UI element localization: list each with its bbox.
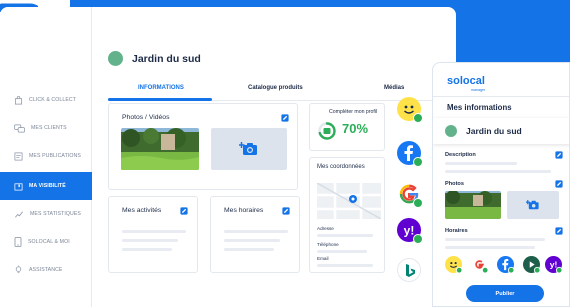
page-header: Jardin du sud — [108, 51, 201, 66]
placeholder-line — [445, 162, 517, 165]
chart-line-icon — [15, 211, 23, 217]
placeholder-line — [445, 170, 551, 173]
hours-card: Mes horaires — [210, 196, 300, 273]
shopping-bag-icon — [14, 95, 23, 104]
phone-icon — [14, 237, 22, 247]
sidebar-item-label: Solocal & moi — [28, 239, 70, 245]
activities-card: Mes activités — [108, 196, 198, 273]
card-title: Mes coordonnées — [317, 164, 365, 170]
svg-text:y!: y! — [550, 260, 558, 270]
add-camera-icon — [239, 142, 257, 155]
card-title: Mes horaires — [224, 207, 264, 214]
placeholder-line — [122, 230, 186, 233]
smiley-icon[interactable] — [445, 256, 462, 273]
active-tab-indicator — [108, 98, 212, 101]
tab-informations[interactable]: INFORMATIONS — [138, 85, 184, 91]
check-icon — [413, 198, 423, 208]
solocal-logo-subtitle: manager — [471, 88, 486, 92]
email-label: Email — [317, 256, 329, 261]
placeholder-line — [445, 246, 535, 249]
card-title: Mes activités — [122, 207, 162, 214]
lightbulb-icon — [15, 265, 22, 274]
facebook-icon[interactable] — [497, 256, 514, 273]
sidebar-item-mes-publications[interactable]: Mes publications — [0, 142, 92, 170]
add-photo-button[interactable] — [507, 191, 559, 219]
mobile-preview-panel: solocal manager Mes informations Jardin … — [432, 62, 570, 307]
sidebar-item-label: Ma visibilité — [29, 183, 66, 189]
phone-title: Mes informations — [447, 103, 512, 112]
map-preview[interactable] — [317, 183, 381, 219]
placeholder-line — [317, 234, 373, 237]
placeholder-line — [224, 239, 280, 242]
sidebar-item-solocal-et-moi[interactable]: Solocal & moi — [0, 228, 92, 256]
garden-photo[interactable] — [121, 128, 199, 170]
placeholder-line — [122, 239, 178, 242]
sidebar-item-label: Click & collect — [29, 97, 77, 103]
edit-icon[interactable] — [555, 151, 563, 159]
edit-icon[interactable] — [180, 207, 188, 215]
photos-label: Photos — [445, 181, 464, 187]
solocal-logo: solocal — [447, 75, 485, 87]
add-photo-button[interactable] — [211, 128, 287, 170]
edit-icon[interactable] — [555, 180, 563, 188]
tab-medias[interactable]: Médias — [384, 85, 404, 91]
garden-photo[interactable] — [445, 191, 501, 219]
bing-icon[interactable] — [397, 258, 421, 282]
business-card: Jardin du sud — [433, 118, 569, 144]
profile-completion-card: Compléter mon profil 70% — [309, 103, 385, 151]
divider — [433, 96, 569, 97]
add-camera-icon — [526, 200, 539, 210]
placeholder-line — [317, 250, 367, 253]
address-label: Adresse — [317, 226, 334, 231]
photos-card: Photos / Vidéos — [108, 103, 298, 190]
sidebar-item-label: Mes clients — [31, 125, 67, 131]
avatar — [445, 125, 457, 137]
sidebar-item-click-collect[interactable]: Click & collect — [0, 86, 92, 114]
contact-card: Mes coordonnées Adresse Téléphone Email — [309, 157, 385, 273]
main-window: Click & collect Mes clients Mes publicat… — [0, 7, 456, 307]
map-pin-icon — [14, 182, 23, 190]
edit-icon[interactable] — [282, 207, 290, 215]
tab-catalogue-produits[interactable]: Catalogue produits — [248, 85, 303, 91]
sidebar-item-assistance[interactable]: Assistance — [0, 256, 92, 284]
placeholder-line — [445, 238, 545, 241]
card-title: Photos / Vidéos — [122, 114, 170, 121]
placeholder-line — [224, 248, 274, 251]
sidebar-item-mes-clients[interactable]: Mes clients — [0, 114, 92, 142]
hours-label: Horaires — [445, 228, 468, 234]
sidebar-item-label: Mes statistiques — [30, 211, 81, 217]
sidebar-item-mes-statistiques[interactable]: Mes statistiques — [0, 200, 92, 228]
avatar — [108, 51, 123, 66]
publish-button[interactable]: Publier — [466, 285, 544, 302]
profile-completion-percent: 70% — [342, 121, 369, 136]
phone-label: Téléphone — [317, 242, 339, 247]
placeholder-line — [224, 230, 288, 233]
yahoo-icon[interactable]: y! — [545, 256, 562, 273]
sidebar: Click & collect Mes clients Mes publicat… — [0, 7, 92, 307]
business-name: Jardin du sud — [466, 126, 522, 136]
page-title: Jardin du sud — [132, 52, 201, 65]
edit-icon[interactable] — [281, 114, 289, 122]
progress-ring — [318, 122, 336, 140]
card-title: Compléter mon profil — [329, 109, 378, 115]
chat-bubbles-icon — [14, 124, 25, 132]
svg-text:y!: y! — [404, 224, 415, 238]
play-icon[interactable] — [523, 256, 540, 273]
edit-icon[interactable] — [555, 227, 563, 235]
check-icon — [413, 157, 423, 167]
publication-icon — [14, 152, 23, 160]
google-icon[interactable] — [471, 256, 488, 273]
sidebar-item-ma-visibilite[interactable]: Ma visibilité — [0, 172, 92, 200]
check-icon — [413, 234, 423, 244]
placeholder-line — [317, 264, 373, 267]
placeholder-line — [122, 248, 172, 251]
sidebar-item-label: Mes publications — [29, 153, 81, 159]
sidebar-item-label: Assistance — [29, 267, 63, 273]
description-label: Description — [445, 152, 476, 158]
check-icon — [413, 113, 423, 123]
